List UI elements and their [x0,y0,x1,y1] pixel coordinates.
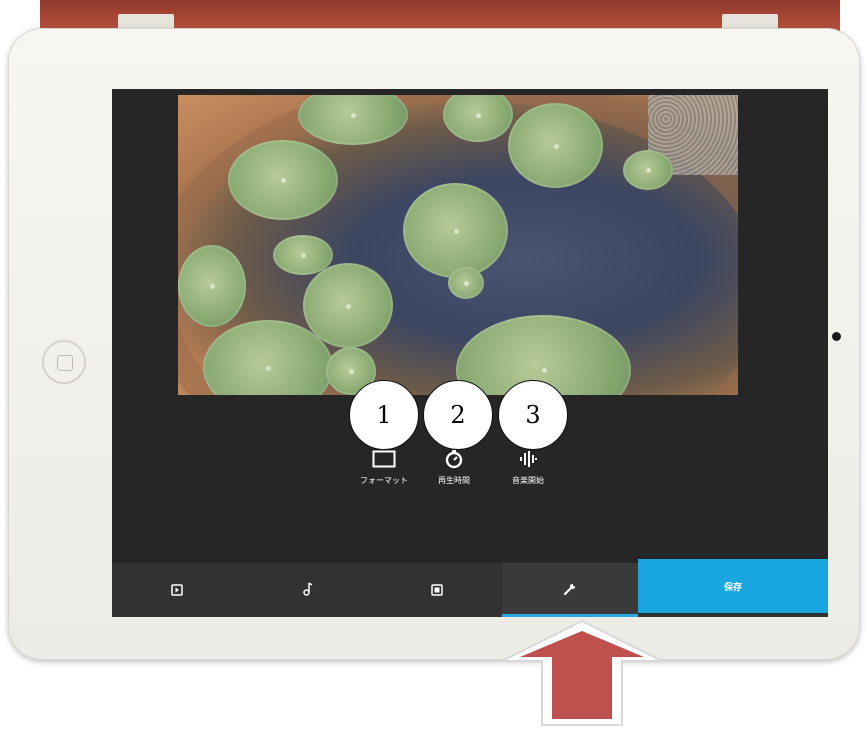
music-note-icon [301,581,313,600]
tool-duration-label: 再生時間 [438,476,470,485]
bottom-tab-bar: 保存 [112,559,828,617]
save-button[interactable]: 保存 [638,559,828,613]
lotus-leaf [448,267,484,299]
photo-scene: フォーマット 再生時間 音楽開始 保存 1 2 3 [0,0,867,729]
lotus-leaf [178,245,246,327]
tool-music-start[interactable]: 音楽開始 [488,447,568,486]
tab-media[interactable] [112,563,242,617]
app-screen: フォーマット 再生時間 音楽開始 保存 [112,89,828,617]
wrench-icon [563,581,577,600]
lotus-leaf [623,150,673,190]
up-arrow-annotation [501,619,663,726]
callout-1: 1 [349,380,419,450]
rectangle-format-icon [344,447,424,471]
callout-2: 2 [423,380,493,450]
lotus-leaf [403,183,508,278]
media-clip-icon [171,581,183,600]
lotus-leaf [508,103,603,188]
tool-format[interactable]: フォーマット [344,447,424,486]
tool-format-label: フォーマット [360,476,408,485]
home-button[interactable] [42,340,86,384]
tool-music-start-label: 音楽開始 [512,476,544,485]
audio-waveform-icon [488,447,568,471]
tool-duration[interactable]: 再生時間 [414,447,494,486]
front-camera [832,332,841,341]
media-alt-icon [431,581,443,600]
callout-3: 3 [498,380,568,450]
tab-music[interactable] [242,563,372,617]
tab-media-alt[interactable] [372,563,502,617]
video-preview-area [112,89,828,395]
lotus-leaf [228,140,338,220]
timer-icon [414,447,494,471]
video-preview-image[interactable] [178,95,738,395]
tab-settings[interactable] [502,563,638,617]
